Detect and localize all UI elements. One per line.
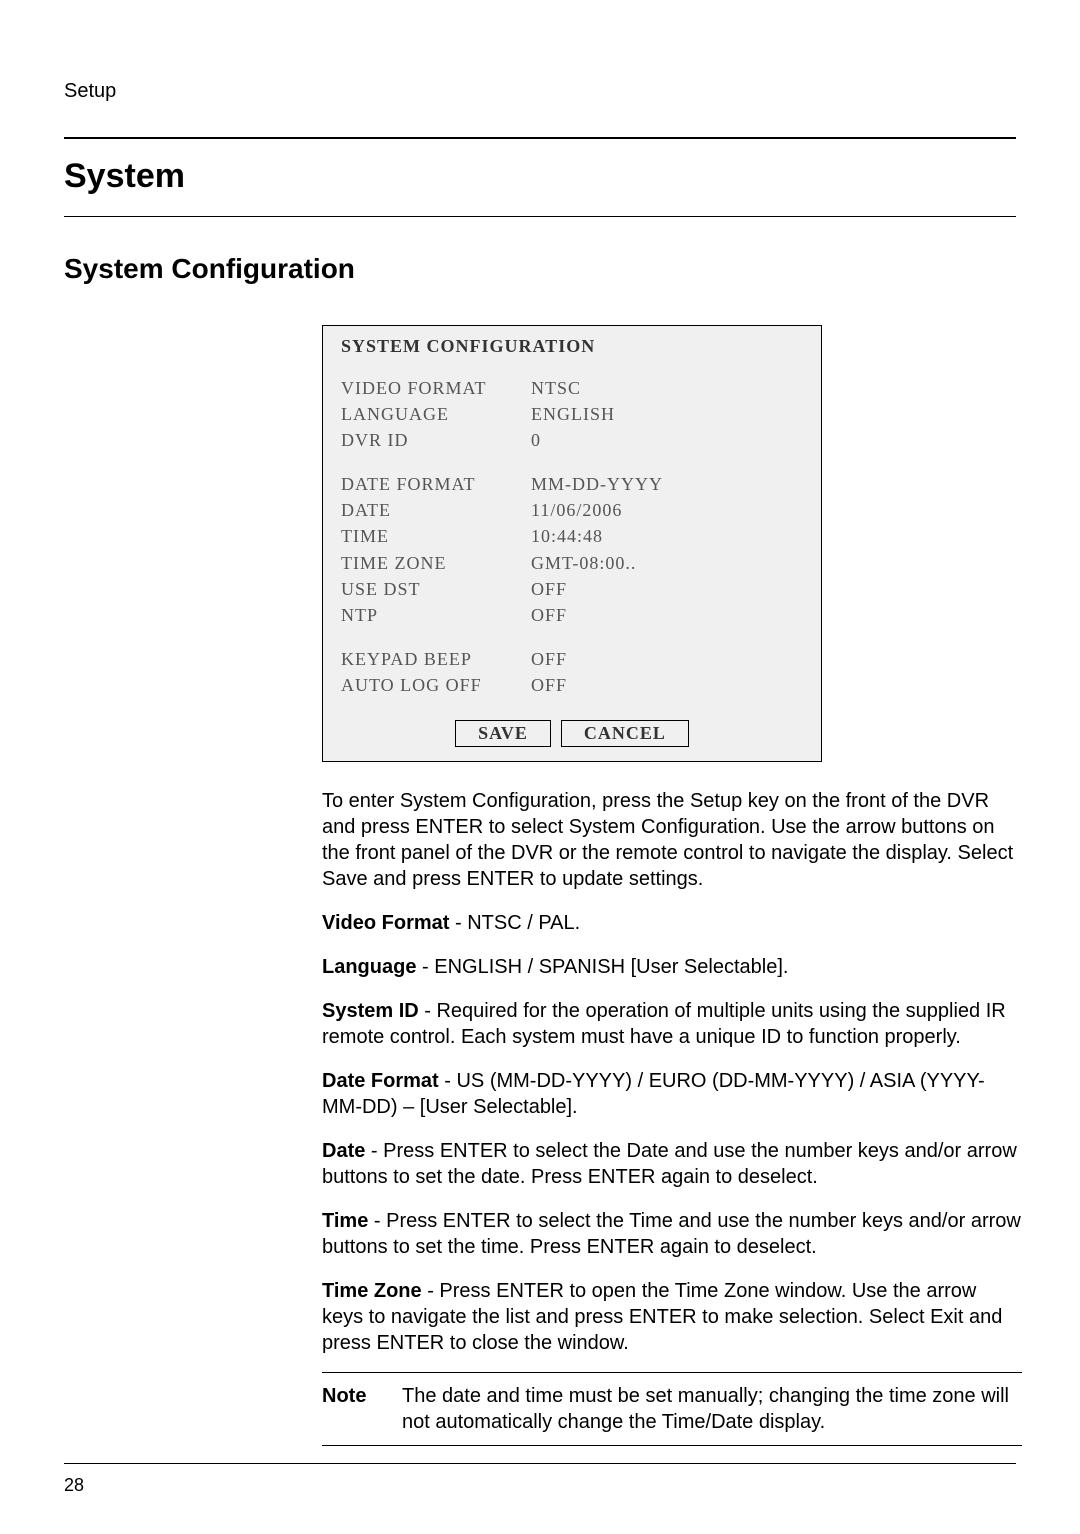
config-label: DATE FORMAT (341, 471, 531, 497)
config-label: DATE (341, 497, 531, 523)
definition-text: - NTSC / PAL. (449, 912, 580, 934)
page-title: System (64, 157, 1016, 196)
note-label: Note (322, 1383, 402, 1435)
divider (322, 1445, 1022, 1446)
config-label: DVR ID (341, 427, 531, 453)
config-value: 10:44:48 (531, 523, 603, 549)
page-number: 28 (64, 1475, 84, 1496)
config-row: VIDEO FORMATNTSC (341, 375, 803, 401)
divider (64, 216, 1016, 217)
config-label: TIME ZONE (341, 550, 531, 576)
config-value: OFF (531, 602, 567, 628)
definition-item: Time - Press ENTER to select the Time an… (322, 1208, 1022, 1260)
config-value: OFF (531, 672, 567, 698)
section-title: System Configuration (64, 253, 1016, 285)
config-label: VIDEO FORMAT (341, 375, 531, 401)
header-section-label: Setup (64, 80, 1016, 103)
config-label: LANGUAGE (341, 401, 531, 427)
config-value: 0 (531, 427, 541, 453)
definition-text: - Required for the operation of multiple… (322, 1000, 1006, 1048)
config-value: NTSC (531, 375, 581, 401)
definition-item: Language - ENGLISH / SPANISH [User Selec… (322, 954, 1022, 980)
divider (64, 137, 1016, 139)
config-row: DATE FORMATMM-DD-YYYY (341, 471, 803, 497)
config-value: OFF (531, 646, 567, 672)
system-config-panel: SYSTEM CONFIGURATION VIDEO FORMATNTSC LA… (322, 325, 822, 762)
config-label: NTP (341, 602, 531, 628)
definition-text: - ENGLISH / SPANISH [User Selectable]. (416, 956, 788, 978)
note-block: Note The date and time must be set manua… (322, 1373, 1022, 1445)
definition-term: Time Zone (322, 1280, 422, 1302)
config-row: LANGUAGEENGLISH (341, 401, 803, 427)
config-row: KEYPAD BEEPOFF (341, 646, 803, 672)
definition-term: Date Format (322, 1070, 439, 1092)
config-row: DATE11/06/2006 (341, 497, 803, 523)
footer-divider (64, 1463, 1016, 1464)
config-row: NTPOFF (341, 602, 803, 628)
save-button[interactable]: SAVE (455, 720, 551, 747)
body-text: To enter System Configuration, press the… (322, 788, 1022, 1446)
config-row: TIME ZONEGMT-08:00.. (341, 550, 803, 576)
definition-item: Time Zone - Press ENTER to open the Time… (322, 1278, 1022, 1356)
config-label: USE DST (341, 576, 531, 602)
config-row: DVR ID0 (341, 427, 803, 453)
config-button-row: SAVE CANCEL (323, 704, 821, 761)
config-row: USE DSTOFF (341, 576, 803, 602)
config-row: TIME10:44:48 (341, 523, 803, 549)
definition-item: Date Format - US (MM-DD-YYYY) / EURO (DD… (322, 1068, 1022, 1120)
definition-term: System ID (322, 1000, 419, 1022)
config-value: MM-DD-YYYY (531, 471, 663, 497)
config-panel-body: VIDEO FORMATNTSC LANGUAGEENGLISH DVR ID0… (323, 363, 821, 704)
config-label: TIME (341, 523, 531, 549)
definition-term: Language (322, 956, 416, 978)
definition-item: System ID - Required for the operation o… (322, 998, 1022, 1050)
config-panel-title: SYSTEM CONFIGURATION (323, 326, 821, 363)
definition-text: - Press ENTER to open the Time Zone wind… (322, 1280, 1002, 1354)
config-row: AUTO LOG OFFOFF (341, 672, 803, 698)
definition-text: - Press ENTER to select the Time and use… (322, 1210, 1021, 1258)
definition-term: Date (322, 1140, 365, 1162)
definition-item: Video Format - NTSC / PAL. (322, 910, 1022, 936)
config-label: KEYPAD BEEP (341, 646, 531, 672)
config-value: 11/06/2006 (531, 497, 622, 523)
definition-term: Video Format (322, 912, 449, 934)
note-text: The date and time must be set manually; … (402, 1383, 1022, 1435)
definition-term: Time (322, 1210, 368, 1232)
cancel-button[interactable]: CANCEL (561, 720, 689, 747)
definition-text: - Press ENTER to select the Date and use… (322, 1140, 1017, 1188)
config-value: OFF (531, 576, 567, 602)
config-label: AUTO LOG OFF (341, 672, 531, 698)
intro-paragraph: To enter System Configuration, press the… (322, 788, 1022, 892)
config-value: GMT-08:00.. (531, 550, 636, 576)
definition-item: Date - Press ENTER to select the Date an… (322, 1138, 1022, 1190)
config-value: ENGLISH (531, 401, 615, 427)
